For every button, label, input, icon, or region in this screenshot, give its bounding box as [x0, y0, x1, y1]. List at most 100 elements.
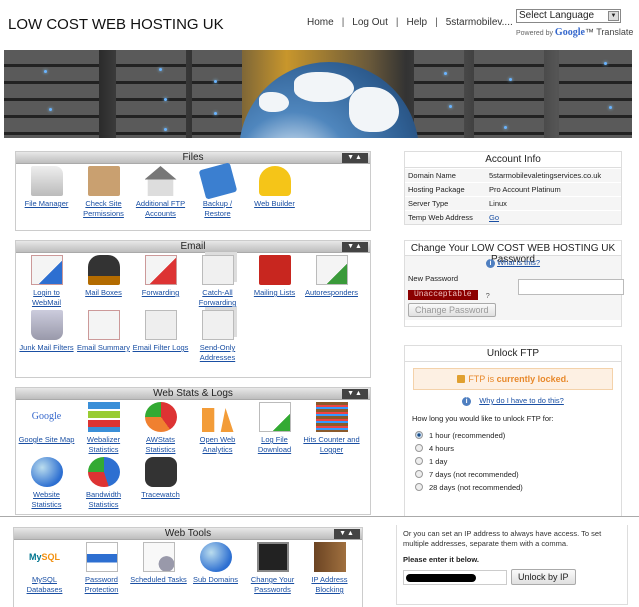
radio-button[interactable]: [415, 444, 423, 453]
clock-file-icon[interactable]: [142, 542, 175, 572]
tool-item[interactable]: Junk Mail Filters: [18, 310, 75, 363]
nav-logout[interactable]: Log Out: [352, 17, 388, 28]
tool-item[interactable]: Mail Boxes: [75, 255, 132, 308]
envelope-search-icon[interactable]: [144, 310, 177, 340]
mysql-icon[interactable]: MySQL: [29, 542, 61, 572]
tool-link[interactable]: Website Statistics: [18, 490, 75, 510]
tool-item[interactable]: AWStats Statistics: [132, 402, 189, 455]
chevron-down-icon[interactable]: ▼: [608, 11, 619, 21]
recycle-bin-icon[interactable]: [30, 310, 63, 340]
tool-link[interactable]: Password Protection: [73, 575, 130, 595]
radio-button[interactable]: [415, 457, 423, 466]
tool-item[interactable]: Forwarding: [132, 255, 189, 308]
tool-item[interactable]: Backup / Restore: [189, 162, 246, 219]
login-screen-icon[interactable]: [256, 542, 289, 572]
globe-icon[interactable]: [199, 542, 232, 572]
tool-link[interactable]: Forwarding: [132, 288, 189, 298]
radio-button[interactable]: [415, 431, 423, 440]
tool-item[interactable]: Additional FTP Accounts: [132, 166, 189, 219]
tool-link[interactable]: Backup / Restore: [189, 199, 246, 219]
envelope-list-icon[interactable]: [87, 310, 120, 340]
google-icon[interactable]: Google: [31, 402, 63, 432]
temp-web-address-link[interactable]: Go: [489, 213, 499, 222]
tool-link[interactable]: Check Site Permissions: [75, 199, 132, 219]
collapse-toggle-icon[interactable]: ▼▲: [342, 389, 368, 399]
pie-chart-window-icon[interactable]: [87, 457, 120, 487]
change-password-button[interactable]: Change Password: [408, 303, 496, 317]
tool-link[interactable]: Email Summary: [75, 343, 132, 353]
file-download-icon[interactable]: [258, 402, 291, 432]
tool-item[interactable]: Google Google Site Map: [18, 402, 75, 455]
folder-icon[interactable]: [30, 166, 63, 196]
tool-link[interactable]: Mailing Lists: [246, 288, 303, 298]
duration-option[interactable]: 1 day: [405, 455, 621, 468]
tool-link[interactable]: IP Address Blocking: [301, 575, 358, 595]
tool-item[interactable]: Autoresponders: [303, 255, 360, 308]
why-link[interactable]: Why do I have to do this?: [479, 396, 564, 405]
address-book-icon[interactable]: [258, 255, 291, 285]
unlock-by-ip-button[interactable]: Unlock by IP: [511, 569, 576, 585]
tool-item[interactable]: Tracewatch: [132, 457, 189, 510]
duration-option[interactable]: 28 days (not recommended): [405, 481, 621, 494]
tool-item[interactable]: Change Your Passwords: [244, 542, 301, 595]
tool-item[interactable]: Password Protection: [73, 542, 130, 595]
wooden-block-icon[interactable]: [313, 542, 346, 572]
envelopes-icon[interactable]: [201, 255, 234, 285]
tool-link[interactable]: Email Filter Logs: [132, 343, 189, 353]
ip-address-input[interactable]: [403, 569, 507, 585]
duration-option[interactable]: 7 days (not recommended): [405, 468, 621, 481]
tool-item[interactable]: Catch-All Forwarding: [189, 255, 246, 308]
tool-link[interactable]: Login to WebMail: [18, 288, 75, 308]
tool-link[interactable]: Sub Domains: [187, 575, 244, 585]
tool-link[interactable]: Change Your Passwords: [244, 575, 301, 595]
tool-item[interactable]: Check Site Permissions: [75, 166, 132, 219]
tool-item[interactable]: Website Statistics: [18, 457, 75, 510]
tool-link[interactable]: Send-Only Addresses: [189, 343, 246, 363]
tool-link[interactable]: AWStats Statistics: [132, 435, 189, 455]
tool-link[interactable]: Google Site Map: [18, 435, 75, 445]
padlock-file-icon[interactable]: [85, 542, 118, 572]
duration-option[interactable]: 4 hours: [405, 442, 621, 455]
tool-item[interactable]: Scheduled Tasks: [130, 542, 187, 595]
tool-link[interactable]: Scheduled Tasks: [130, 575, 187, 585]
tool-item[interactable]: Mailing Lists: [246, 255, 303, 308]
language-select[interactable]: Select Language ▼: [516, 9, 621, 23]
tool-link[interactable]: Additional FTP Accounts: [132, 199, 189, 219]
tool-item[interactable]: Sub Domains: [187, 542, 244, 595]
radio-button[interactable]: [415, 470, 423, 479]
help-icon[interactable]: ?: [486, 291, 490, 300]
abacus-icon[interactable]: [315, 402, 348, 432]
tool-link[interactable]: Autoresponders: [303, 288, 360, 298]
binoculars-icon[interactable]: [144, 457, 177, 487]
envelopes-stack-icon[interactable]: [201, 310, 234, 340]
envelope-forward-icon[interactable]: [144, 255, 177, 285]
tool-link[interactable]: Log File Download: [246, 435, 303, 455]
nav-account[interactable]: 5starmobilev....: [446, 17, 513, 28]
tool-link[interactable]: MySQL Databases: [16, 575, 73, 595]
collapse-toggle-icon[interactable]: ▼▲: [334, 529, 360, 539]
bar-chart-icon[interactable]: [87, 402, 120, 432]
tool-item[interactable]: IP Address Blocking: [301, 542, 358, 595]
pie-chart-icon[interactable]: [144, 402, 177, 432]
new-password-input[interactable]: [518, 279, 624, 295]
tool-link[interactable]: Mail Boxes: [75, 288, 132, 298]
tool-item[interactable]: Bandwidth Statistics: [75, 457, 132, 510]
clipboard-check-icon[interactable]: [87, 166, 120, 196]
tool-item[interactable]: Web Builder: [246, 166, 303, 219]
collapse-toggle-icon[interactable]: ▼▲: [342, 242, 368, 252]
tool-link[interactable]: Web Builder: [246, 199, 303, 209]
radio-button[interactable]: [415, 483, 423, 492]
tool-item[interactable]: Open Web Analytics: [189, 402, 246, 455]
tool-link[interactable]: Hits Counter and Logger: [303, 435, 360, 455]
hard-hat-icon[interactable]: [258, 166, 291, 196]
mailbox-icon[interactable]: [87, 255, 120, 285]
tool-link[interactable]: Bandwidth Statistics: [75, 490, 132, 510]
tool-link[interactable]: Catch-All Forwarding: [189, 288, 246, 308]
tool-item[interactable]: Webalizer Statistics: [75, 402, 132, 455]
tool-link[interactable]: Open Web Analytics: [189, 435, 246, 455]
tool-item[interactable]: Login to WebMail: [18, 255, 75, 308]
envelope-refresh-icon[interactable]: [315, 255, 348, 285]
tool-link[interactable]: Webalizer Statistics: [75, 435, 132, 455]
envelope-globe-icon[interactable]: [30, 255, 63, 285]
floppy-disk-icon[interactable]: [198, 162, 237, 200]
